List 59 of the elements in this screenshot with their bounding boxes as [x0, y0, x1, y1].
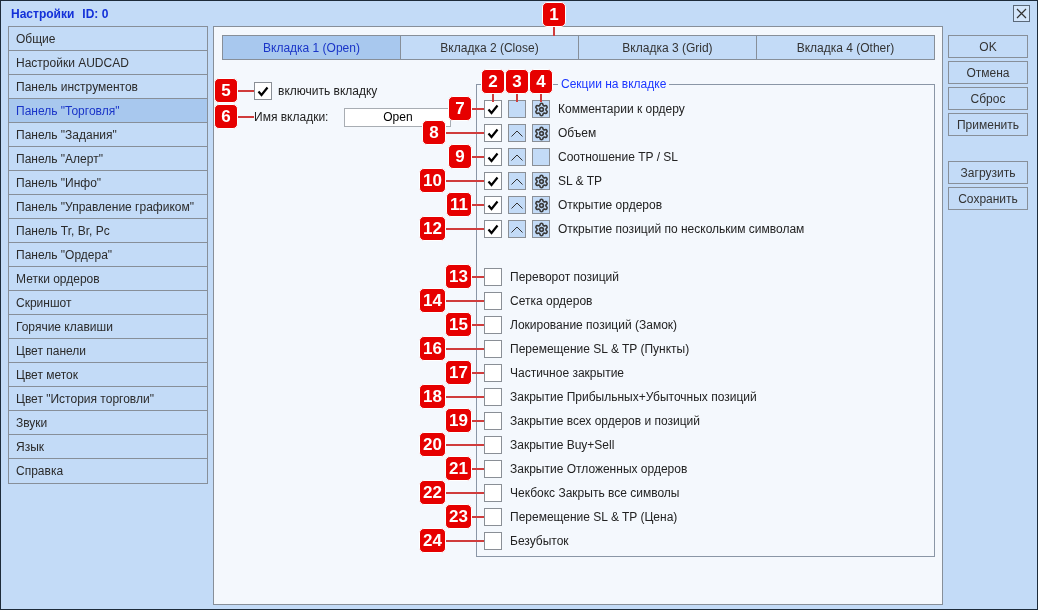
option-label: Частичное закрытие — [510, 366, 625, 380]
option-label: Перемещение SL & TP (Цена) — [510, 510, 678, 524]
callout-badge: 8 — [422, 120, 446, 145]
sidebar-item[interactable]: Панель "Торговля" — [9, 99, 207, 123]
callout-badge: 13 — [445, 264, 472, 289]
option-label: Закрытие всех ордеров и позиций — [510, 414, 701, 428]
callout-badge: 1 — [542, 2, 566, 27]
dialog-button[interactable]: Отмена — [948, 61, 1028, 84]
callout-badge: 6 — [214, 104, 238, 129]
callout-badge: 19 — [445, 408, 472, 433]
option-label: Безубыток — [510, 534, 569, 548]
callout-badge: 16 — [419, 336, 446, 361]
callout-badge: 5 — [214, 78, 238, 103]
section-label: Комментарии к ордеру — [558, 102, 685, 116]
callout-badge: 15 — [445, 312, 472, 337]
section-label: Соотношение TP / SL — [558, 150, 678, 164]
dialog-button[interactable]: Сброс — [948, 87, 1028, 110]
tab-name-field[interactable]: Open — [344, 107, 452, 127]
window-id: ID: 0 — [82, 6, 109, 21]
tab[interactable]: Вкладка 3 (Grid) — [578, 36, 756, 59]
callout-badge: 9 — [448, 144, 472, 169]
enable-tab-label: включить вкладку — [278, 84, 378, 98]
callout-badge: 20 — [419, 432, 446, 457]
callout-badge: 21 — [445, 456, 472, 481]
option-label: Чекбокс Закрыть все символы — [510, 486, 680, 500]
option-label: Сетка ордеров — [510, 294, 593, 308]
option-label: Закрытие Отложенных ордеров — [510, 462, 688, 476]
dialog-button[interactable]: OK — [948, 35, 1028, 58]
dialog-button[interactable]: Загрузить — [948, 161, 1028, 184]
option-label: Закрытие Прибыльных+Убыточных позиций — [510, 390, 757, 404]
callout-badge: 12 — [419, 216, 446, 241]
callout-badge: 11 — [446, 192, 472, 217]
callout-badge: 10 — [419, 168, 446, 193]
dialog-button[interactable]: Сохранить — [948, 187, 1028, 210]
tab-name-label: Имя вкладки: — [254, 110, 329, 124]
callout-badge: 3 — [505, 69, 529, 94]
group-title: Секции на вкладке — [560, 77, 668, 91]
option-label: Переворот позиций — [510, 270, 619, 284]
callout-badge: 7 — [448, 96, 472, 121]
dialog-button[interactable]: Применить — [948, 113, 1028, 136]
option-label: Перемещение SL & TP (Пункты) — [510, 342, 690, 356]
tab[interactable]: Вкладка 1 (Open) — [223, 36, 400, 59]
section-label: Объем — [558, 126, 597, 140]
section-label: Открытие ордеров — [558, 198, 663, 212]
section-label: SL & TP — [558, 174, 603, 188]
option-label: Локирование позиций (Замок) — [510, 318, 678, 332]
tab[interactable]: Вкладка 2 (Close) — [400, 36, 578, 59]
tab[interactable]: Вкладка 4 (Other) — [756, 36, 934, 59]
callout-badge: 24 — [419, 528, 446, 553]
option-label: Закрытие Buy+Sell — [510, 438, 615, 452]
callout-badge: 22 — [419, 480, 446, 505]
callout-badge: 18 — [419, 384, 446, 409]
callout-badge: 23 — [445, 504, 472, 529]
callout-badge: 14 — [419, 288, 446, 313]
callout-badge: 17 — [445, 360, 472, 385]
section-label: Открытие позиций по нескольким символам — [558, 222, 805, 236]
callout-badge: 4 — [529, 69, 553, 94]
window-title: Настройки — [11, 6, 75, 21]
callout-badge: 2 — [481, 69, 505, 94]
